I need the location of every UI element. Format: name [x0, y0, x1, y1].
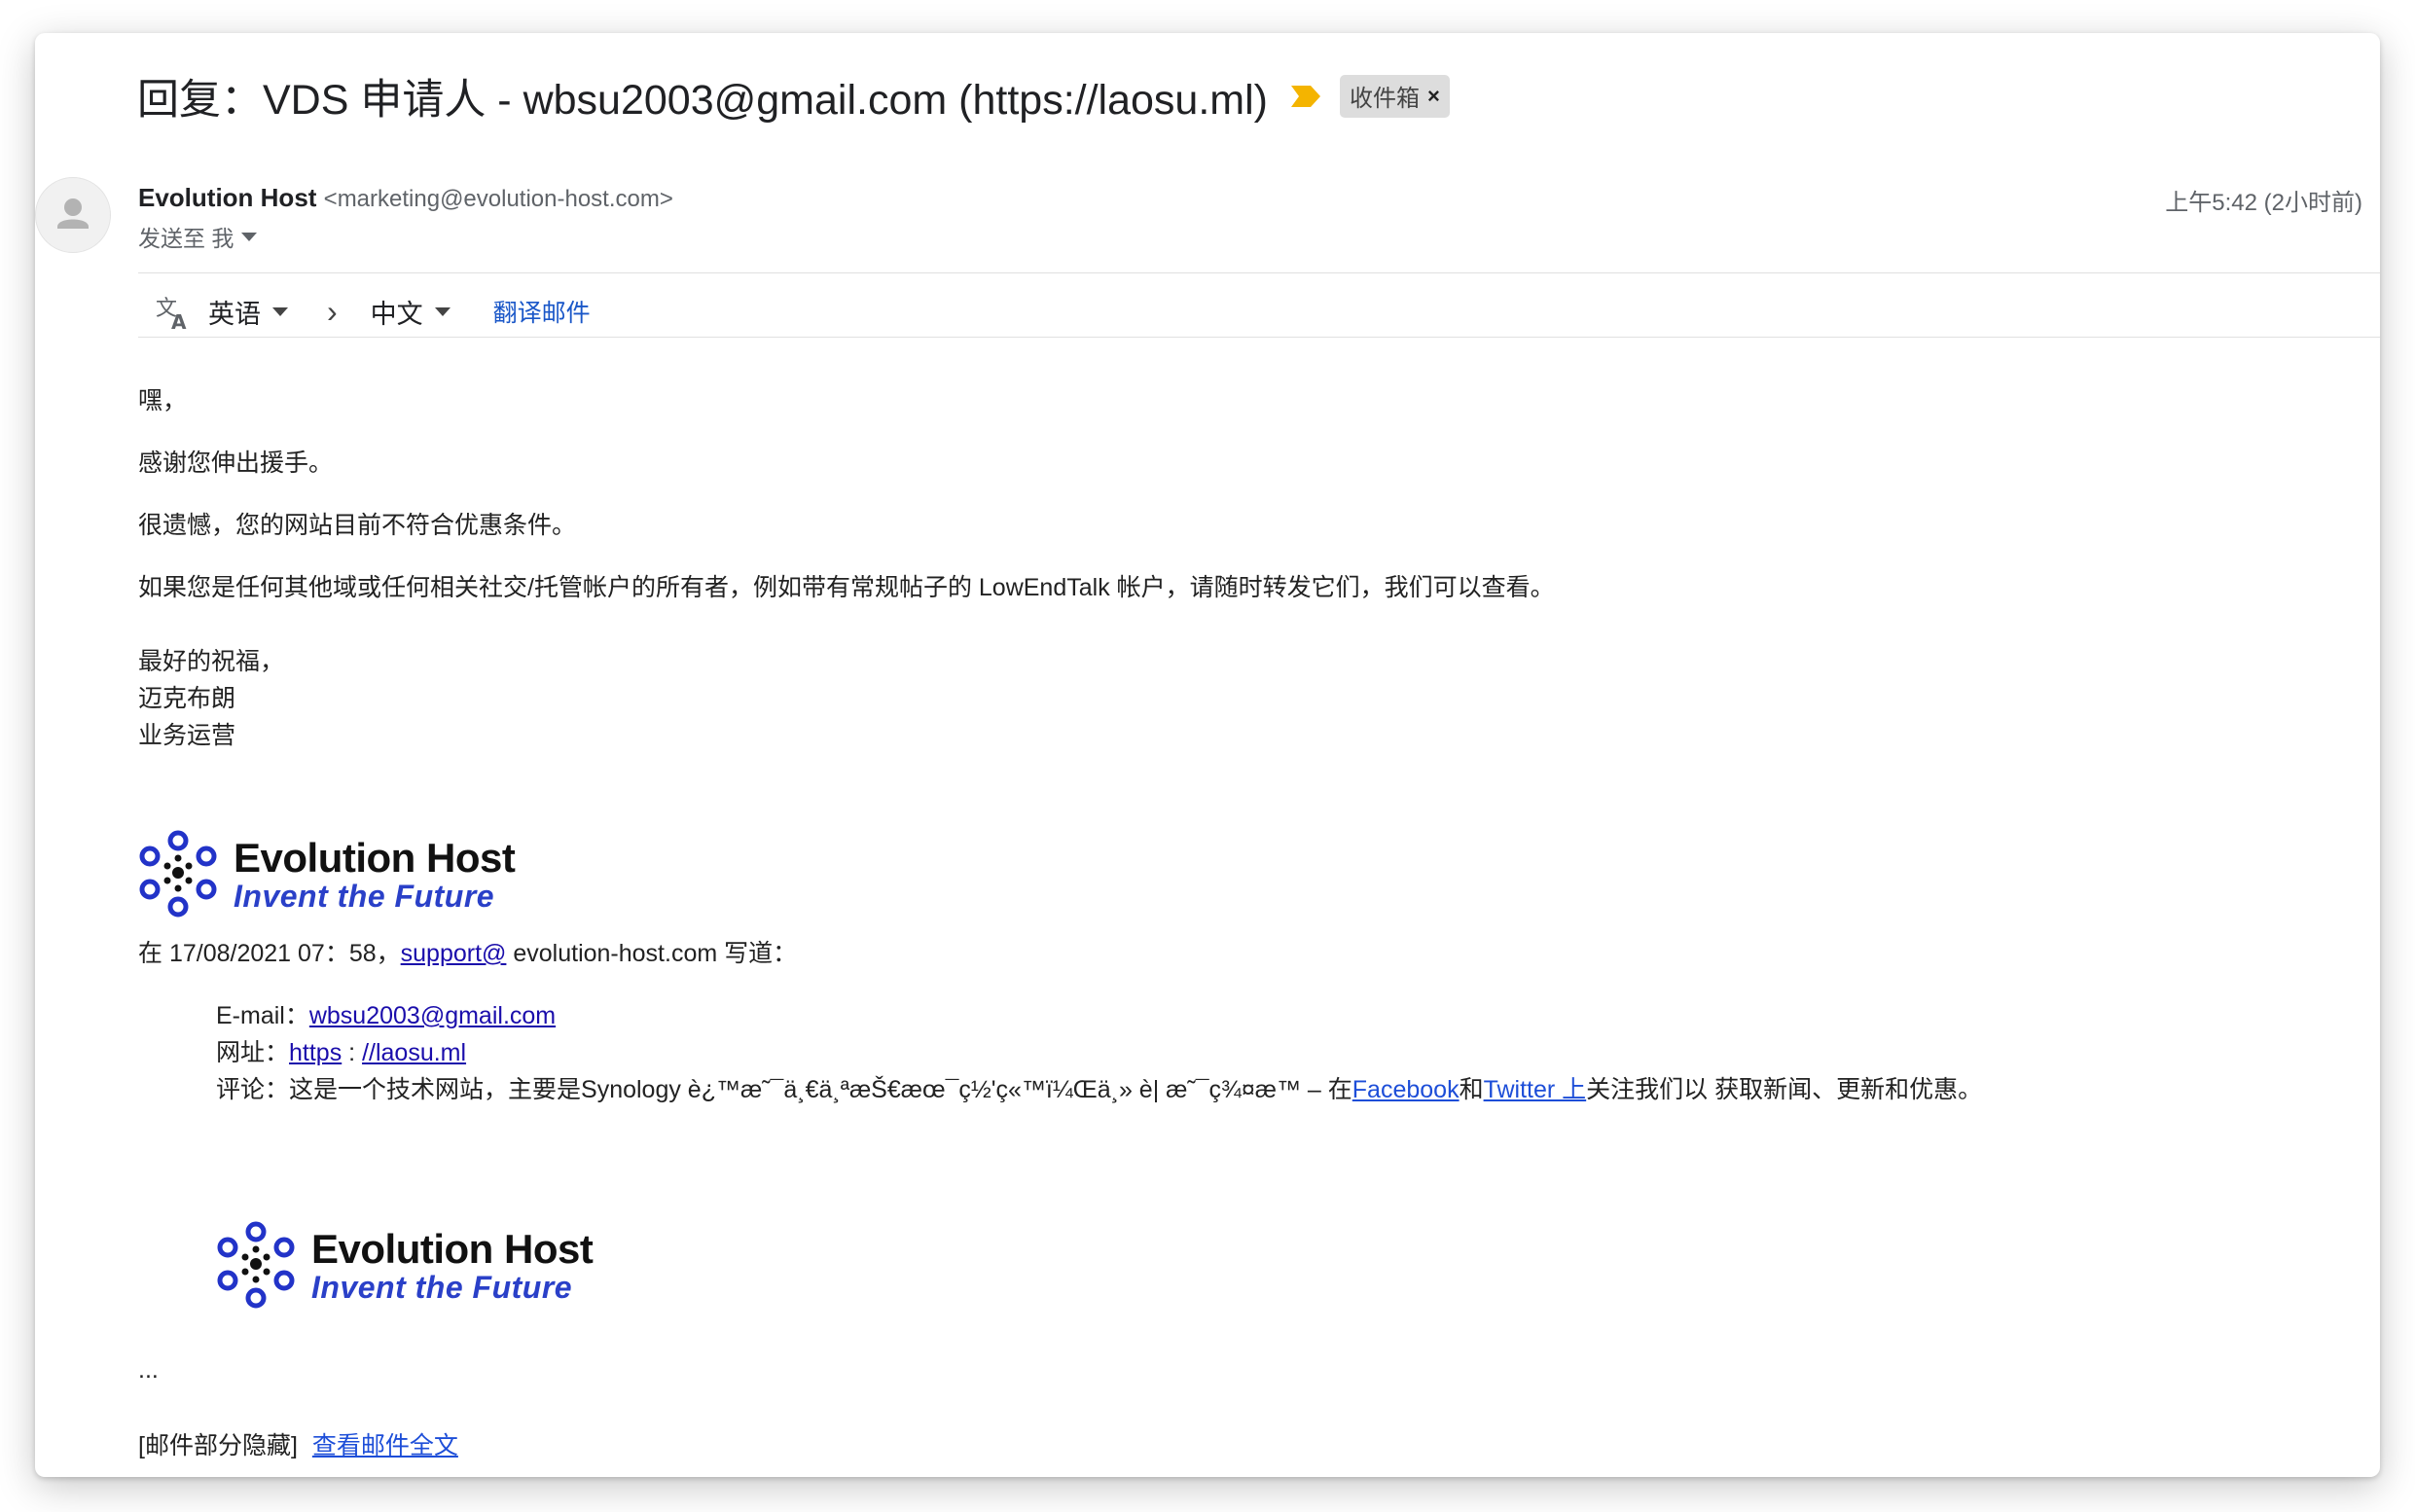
- evolution-host-logo-quoted: Evolution Host Invent the Future: [214, 1220, 594, 1310]
- twitter-link[interactable]: Twitter 上: [1484, 1076, 1587, 1103]
- evolution-host-logo: Evolution Host Invent the Future: [136, 829, 516, 918]
- sender-line: Evolution Host <marketing@evolution-host…: [138, 183, 673, 213]
- body-paragraph-2: 很遗憾，您的网站目前不符合优惠条件。: [138, 512, 577, 539]
- comment-text: 这是一个技术网站，主要是Synology è¿™æ˜¯ä¸€ä¸ªæŠ€æœ¯ç…: [289, 1076, 1352, 1103]
- signer-name: 迈克布朗: [138, 685, 236, 712]
- recipient-details[interactable]: 发送至 我: [138, 220, 258, 253]
- email-view: 回复：VDS 申请人 - wbsu2003@gmail.com (https:/…: [35, 33, 2380, 1477]
- translate-icon: 文 A: [156, 297, 187, 331]
- quote-email-line: E-mail：wbsu2003@gmail.com: [216, 996, 556, 1031]
- email-field-link[interactable]: wbsu2003@gmail.com: [309, 1002, 556, 1029]
- email-subject-row: 回复：VDS 申请人 - wbsu2003@gmail.com (https:/…: [137, 66, 1450, 126]
- url-separator: :: [342, 1039, 363, 1066]
- logo-tagline-text: Invent the Future: [311, 1270, 573, 1305]
- recipient-text: 发送至 我: [138, 226, 234, 251]
- divider-top: [138, 272, 2380, 273]
- sender-avatar[interactable]: [35, 177, 111, 253]
- quote-intro-suffix: evolution-host.com 写道：: [506, 940, 798, 967]
- support-email-link[interactable]: support@: [401, 940, 507, 967]
- importance-marker-icon[interactable]: [1289, 84, 1322, 109]
- chevron-down-icon[interactable]: [241, 232, 258, 241]
- inbox-label-text: 收件箱: [1349, 86, 1420, 112]
- sender-email: <marketing@evolution-host.com>: [323, 186, 673, 212]
- signoff: 最好的祝福，: [138, 648, 285, 675]
- sender-name[interactable]: Evolution Host: [138, 183, 316, 212]
- source-language-select[interactable]: 英语: [208, 293, 288, 331]
- chevron-down-icon: [272, 306, 288, 316]
- person-icon: [57, 198, 89, 229]
- inbox-label-chip: 收件箱 ×: [1339, 75, 1450, 118]
- source-language-label: 英语: [208, 299, 261, 329]
- target-language-select[interactable]: 中文: [371, 293, 451, 331]
- greeting: 嘿，: [138, 387, 188, 414]
- body-paragraph-1: 感谢您伸出援手。: [138, 450, 334, 477]
- target-language-label: 中文: [370, 299, 423, 329]
- url-field-label: 网址：: [216, 1039, 290, 1066]
- logo-tagline-text: Invent the Future: [234, 879, 495, 914]
- quote-url-line: 网址：https : //laosu.ml: [216, 1033, 466, 1068]
- quote-comment-line: 评论：这是一个技术网站，主要是Synology è¿™æ˜¯ä¸€ä¸ªæŠ€æ…: [216, 1070, 1982, 1105]
- email-field-label: E-mail：: [216, 1002, 309, 1029]
- evolution-host-logo-icon: [217, 1221, 295, 1309]
- divider-bottom: [138, 337, 2380, 338]
- comment-field-label: 评论：: [216, 1076, 290, 1103]
- translate-message-button[interactable]: 翻译邮件: [493, 294, 591, 329]
- chevron-down-icon: [434, 306, 451, 316]
- remove-label-button[interactable]: ×: [1427, 84, 1440, 109]
- comment-tail: 关注我们以 获取新闻、更新和优惠。: [1586, 1076, 1983, 1103]
- comment-and: 和: [1459, 1076, 1484, 1103]
- clipped-message-note: [邮件部分隐藏] 查看邮件全文: [138, 1426, 458, 1461]
- quote-intro-prefix: 在 17/08/2021 07：58，: [138, 940, 401, 967]
- signer-role: 业务运营: [138, 722, 236, 749]
- logo-words: Evolution Host Invent the Future: [234, 829, 516, 914]
- evolution-host-logo-icon: [139, 830, 217, 918]
- hidden-note-text: [邮件部分隐藏]: [138, 1432, 298, 1459]
- url-link-part-2[interactable]: //laosu.ml: [362, 1039, 466, 1066]
- logo-brand-text: Evolution Host: [311, 1226, 594, 1272]
- logo-brand-text: Evolution Host: [234, 835, 516, 881]
- facebook-link[interactable]: Facebook: [1352, 1076, 1460, 1103]
- chevron-right-icon: ›: [327, 293, 338, 329]
- email-subject: 回复：VDS 申请人 - wbsu2003@gmail.com (https:/…: [137, 77, 1268, 124]
- view-entire-message-link[interactable]: 查看邮件全文: [312, 1432, 458, 1459]
- trimmed-content-ellipsis[interactable]: ...: [138, 1356, 159, 1385]
- url-link-part-1[interactable]: https: [289, 1039, 342, 1066]
- quote-intro: 在 17/08/2021 07：58，support@ evolution-ho…: [138, 934, 797, 969]
- email-date: 上午5:42 (2小时前): [2165, 190, 2362, 216]
- svg-text:A: A: [171, 310, 187, 331]
- translate-bar: 文 A 英语 › 中文 翻译邮件: [154, 284, 591, 339]
- body-paragraph-3: 如果您是任何其他域或任何相关社交/托管帐户的所有者，例如带有常规帖子的 LowE…: [138, 574, 1555, 601]
- logo-words: Evolution Host Invent the Future: [311, 1220, 594, 1305]
